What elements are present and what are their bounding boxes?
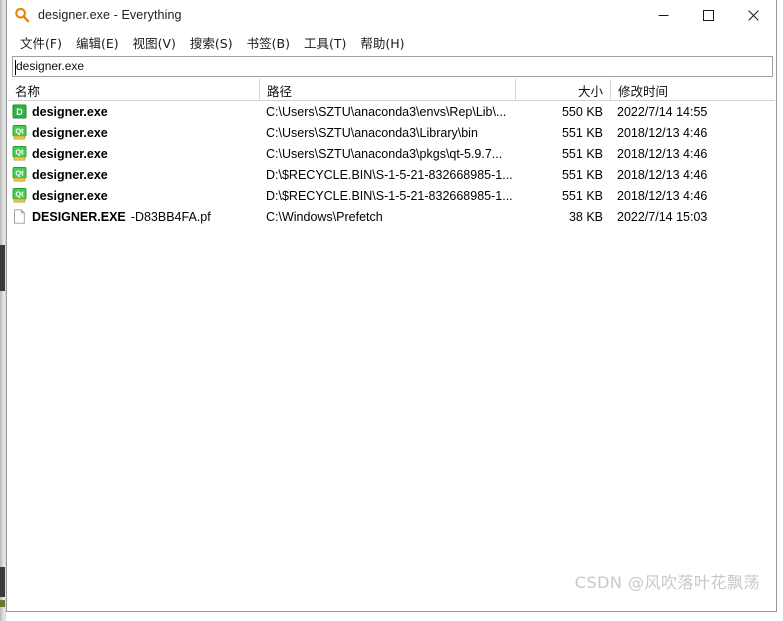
search-input[interactable]: designer.exe <box>12 56 773 77</box>
close-icon <box>748 10 759 21</box>
menu-bookmarks-label: 书签(B) <box>246 36 290 51</box>
table-row[interactable]: D designer.exe C:\Users\SZTU\anaconda3\e… <box>7 101 776 122</box>
menu-bookmarks[interactable]: 书签(B) <box>240 31 297 55</box>
column-header-name[interactable]: 名称 <box>8 79 260 101</box>
column-header-date[interactable]: 修改时间 <box>611 79 771 101</box>
row-file-name: designer.exe <box>32 125 108 140</box>
desktop-edge-mark <box>0 600 5 607</box>
menu-view[interactable]: 视图(V) <box>126 31 183 55</box>
maximize-button[interactable] <box>686 0 731 31</box>
search-row: designer.exe <box>7 55 776 79</box>
row-path-cell: D:\$RECYCLE.BIN\S-1-5-21-832668985-1... <box>266 167 513 182</box>
text-caret <box>15 60 16 75</box>
results-list[interactable]: D designer.exe C:\Users\SZTU\anaconda3\e… <box>7 101 776 611</box>
menu-help-label: 帮助(H) <box>360 36 405 51</box>
row-file-name: designer.exe <box>32 167 108 182</box>
title-bar[interactable]: designer.exe - Everything <box>7 0 776 31</box>
qt-app-icon: Qt <box>12 146 27 161</box>
menu-tools-label: 工具(T) <box>303 36 347 51</box>
row-file-name: designer.exe <box>32 104 108 119</box>
row-name-cell: Qt designer.exe <box>7 185 259 206</box>
qt-app-icon: Qt <box>12 188 27 203</box>
svg-text:Qt: Qt <box>15 169 24 178</box>
row-path-cell: C:\Users\SZTU\anaconda3\pkgs\qt-5.9.7... <box>266 146 503 161</box>
column-header-name-label: 名称 <box>15 83 41 99</box>
magnifier-icon <box>14 7 30 23</box>
row-date-cell: 2018/12/13 4:46 <box>617 167 708 182</box>
table-row[interactable]: Qt designer.exe D:\$RECYCLE.BIN\S-1-5-21… <box>7 164 776 185</box>
row-path-cell: C:\Users\SZTU\anaconda3\envs\Rep\Lib\... <box>266 104 507 119</box>
menu-file-label: 文件(F) <box>20 36 62 51</box>
desktop-edge-mark <box>0 567 5 597</box>
qt-app-icon: Qt <box>12 125 27 140</box>
minimize-button[interactable] <box>641 0 686 31</box>
row-size-cell: 551 KB <box>561 188 603 203</box>
maximize-icon <box>703 10 714 21</box>
menu-search-label: 搜索(S) <box>189 36 233 51</box>
window-controls <box>641 0 776 31</box>
everything-window: designer.exe - Everything 文件(F) 编辑(E) 视图… <box>6 0 777 612</box>
menu-file[interactable]: 文件(F) <box>13 31 69 55</box>
csdn-watermark: CSDN @风吹落叶花飘荡 <box>574 573 760 592</box>
row-name-cell: Qt designer.exe <box>7 164 259 185</box>
row-date-cell: 2018/12/13 4:46 <box>617 188 708 203</box>
row-name-cell: Qt designer.exe <box>7 143 259 164</box>
column-header-size[interactable]: 大小 <box>516 79 611 101</box>
table-row[interactable]: Qt designer.exe D:\$RECYCLE.BIN\S-1-5-21… <box>7 185 776 206</box>
row-file-name: designer.exe <box>32 146 108 161</box>
desktop-edge-mark <box>0 245 5 291</box>
menu-help[interactable]: 帮助(H) <box>353 31 411 55</box>
row-path-cell: D:\$RECYCLE.BIN\S-1-5-21-832668985-1... <box>266 188 513 203</box>
window-title: designer.exe - Everything <box>38 8 182 22</box>
svg-text:D: D <box>16 107 23 117</box>
svg-text:Qt: Qt <box>15 148 24 157</box>
row-date-cell: 2018/12/13 4:46 <box>617 125 708 140</box>
close-button[interactable] <box>731 0 776 31</box>
row-size-cell: 551 KB <box>561 146 603 161</box>
menu-edit[interactable]: 编辑(E) <box>69 31 126 55</box>
row-file-name: DESIGNER.EXE <box>32 209 126 224</box>
row-date-cell: 2022/7/14 15:03 <box>617 209 708 224</box>
column-header-path-label: 路径 <box>267 83 293 99</box>
menu-edit-label: 编辑(E) <box>75 36 119 51</box>
table-row[interactable]: Qt designer.exe C:\Users\SZTU\anaconda3\… <box>7 122 776 143</box>
minimize-icon <box>658 15 669 16</box>
row-date-cell: 2018/12/13 4:46 <box>617 146 708 161</box>
row-date-cell: 2022/7/14 14:55 <box>617 104 708 119</box>
row-size-cell: 551 KB <box>561 125 603 140</box>
row-name-cell: D designer.exe <box>7 101 259 122</box>
row-name-cell: DESIGNER.EXE -D83BB4FA.pf <box>7 206 259 227</box>
row-file-name: designer.exe <box>32 188 108 203</box>
row-path-cell: C:\Users\SZTU\anaconda3\Library\bin <box>266 125 478 140</box>
column-header-date-label: 修改时间 <box>618 83 669 99</box>
row-file-name-suffix: -D83BB4FA.pf <box>130 209 211 224</box>
menu-tools[interactable]: 工具(T) <box>297 31 353 55</box>
qt-app-icon: Qt <box>12 167 27 182</box>
menu-bar: 文件(F) 编辑(E) 视图(V) 搜索(S) 书签(B) 工具(T) 帮助(H… <box>7 31 776 55</box>
column-header-size-label: 大小 <box>577 83 603 99</box>
menu-search[interactable]: 搜索(S) <box>183 31 240 55</box>
menu-view-label: 视图(V) <box>132 36 176 51</box>
generic-file-icon <box>12 209 27 224</box>
row-size-cell: 38 KB <box>568 209 603 224</box>
row-size-cell: 550 KB <box>561 104 603 119</box>
row-path-cell: C:\Windows\Prefetch <box>266 209 383 224</box>
column-header-row: 名称 路径 大小 修改时间 <box>8 79 775 101</box>
svg-text:Qt: Qt <box>15 127 24 136</box>
table-row[interactable]: Qt designer.exe C:\Users\SZTU\anaconda3\… <box>7 143 776 164</box>
screenshot-root: designer.exe - Everything 文件(F) 编辑(E) 视图… <box>0 0 783 621</box>
column-header-path[interactable]: 路径 <box>260 79 516 101</box>
qt-designer-icon: D <box>12 104 27 119</box>
row-name-cell: Qt designer.exe <box>7 122 259 143</box>
table-row[interactable]: DESIGNER.EXE -D83BB4FA.pf C:\Windows\Pref… <box>7 206 776 227</box>
search-input-value: designer.exe <box>16 59 85 73</box>
svg-text:Qt: Qt <box>15 190 24 199</box>
row-size-cell: 551 KB <box>561 167 603 182</box>
